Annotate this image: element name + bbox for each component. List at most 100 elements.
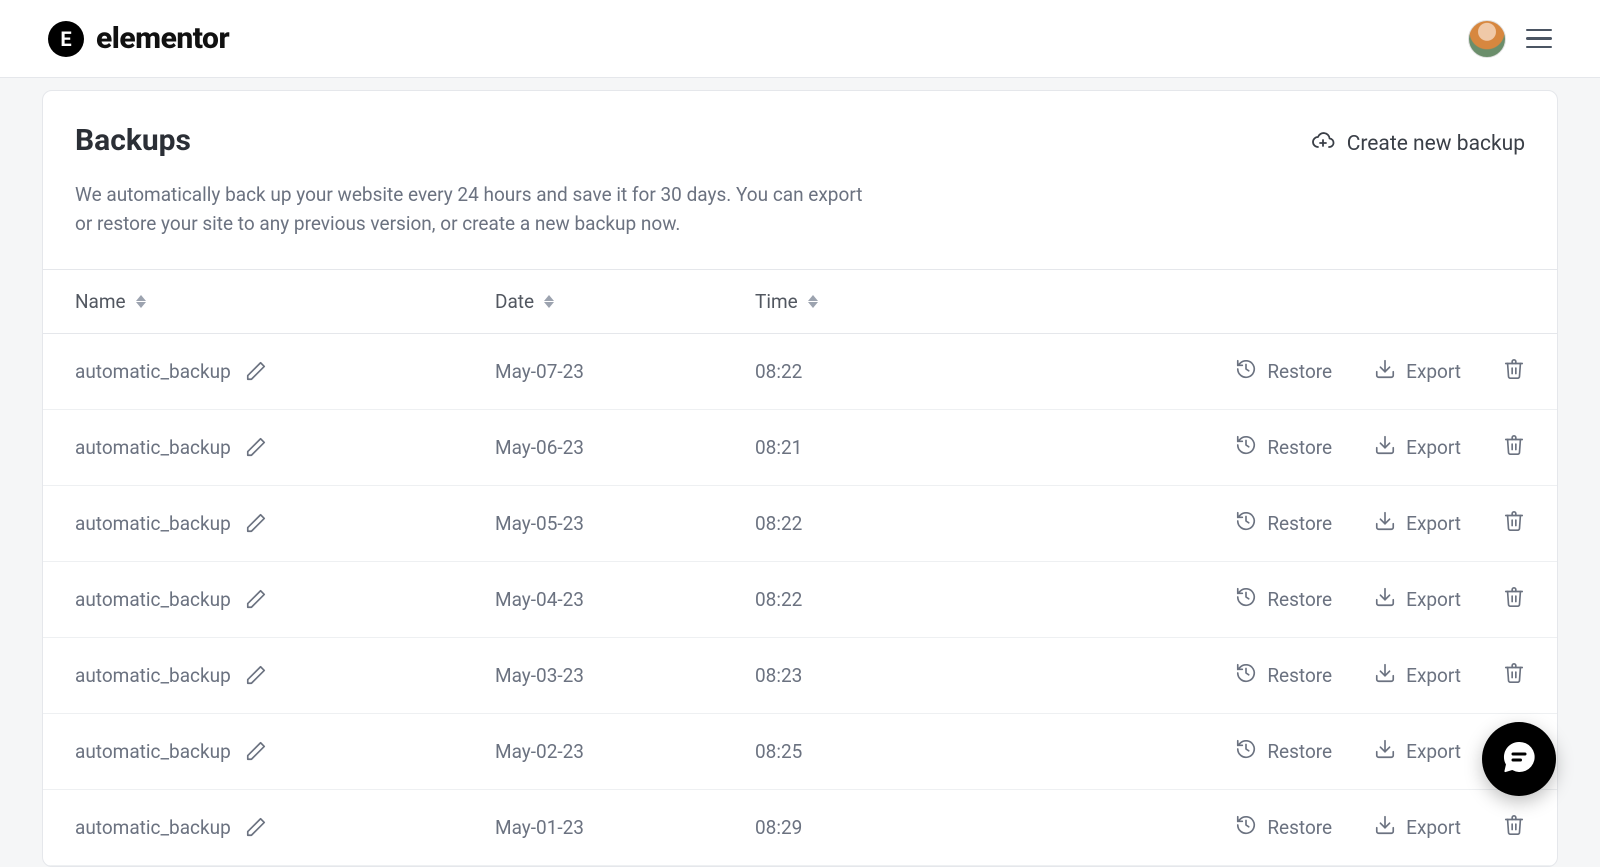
backup-time: 08:22	[755, 512, 955, 535]
hamburger-menu-icon[interactable]	[1526, 29, 1552, 49]
chat-icon	[1501, 739, 1537, 779]
download-icon	[1374, 358, 1396, 385]
logo-badge-icon: E	[48, 21, 84, 57]
backup-name: automatic_backup	[75, 588, 231, 611]
trash-icon	[1503, 434, 1525, 461]
chat-fab[interactable]	[1482, 722, 1556, 796]
restore-button[interactable]: Restore	[1235, 814, 1332, 841]
logo-text: elementor	[96, 21, 229, 56]
backup-time: 08:23	[755, 664, 955, 687]
table-row: automatic_backup May-04-2308:22 Restore Exp…	[43, 562, 1557, 638]
download-icon	[1374, 510, 1396, 537]
backup-time: 08:22	[755, 360, 955, 383]
brand-logo[interactable]: E elementor	[48, 21, 229, 57]
pencil-icon[interactable]	[245, 664, 267, 686]
trash-icon	[1503, 662, 1525, 689]
trash-icon	[1503, 586, 1525, 613]
create-backup-label: Create new backup	[1347, 132, 1525, 156]
backup-name: automatic_backup	[75, 512, 231, 535]
pencil-icon[interactable]	[245, 436, 267, 458]
export-label: Export	[1406, 588, 1461, 611]
backup-time: 08:22	[755, 588, 955, 611]
restore-label: Restore	[1267, 436, 1332, 459]
pencil-icon[interactable]	[245, 512, 267, 534]
table-row: automatic_backup May-06-2308:21 Restore Exp…	[43, 410, 1557, 486]
restore-button[interactable]: Restore	[1235, 738, 1332, 765]
backup-date: May-05-23	[495, 512, 755, 535]
column-header-name[interactable]: Name	[75, 290, 495, 313]
restore-icon	[1235, 510, 1257, 537]
backups-card: Backups We automatically back up your we…	[42, 90, 1558, 867]
backup-name: automatic_backup	[75, 436, 231, 459]
export-button[interactable]: Export	[1374, 814, 1461, 841]
restore-button[interactable]: Restore	[1235, 586, 1332, 613]
backup-time: 08:25	[755, 740, 955, 763]
restore-button[interactable]: Restore	[1235, 434, 1332, 461]
restore-icon	[1235, 738, 1257, 765]
export-label: Export	[1406, 512, 1461, 535]
export-button[interactable]: Export	[1374, 510, 1461, 537]
export-label: Export	[1406, 816, 1461, 839]
restore-label: Restore	[1267, 740, 1332, 763]
backup-date: May-04-23	[495, 588, 755, 611]
backup-time: 08:21	[755, 436, 955, 459]
backup-name: automatic_backup	[75, 664, 231, 687]
restore-icon	[1235, 586, 1257, 613]
export-button[interactable]: Export	[1374, 662, 1461, 689]
table-row: automatic_backupMay-01-2308:29RestoreExp…	[43, 790, 1557, 866]
restore-icon	[1235, 662, 1257, 689]
delete-button[interactable]	[1503, 358, 1525, 385]
export-label: Export	[1406, 436, 1461, 459]
download-icon	[1374, 814, 1396, 841]
trash-icon	[1503, 510, 1525, 537]
restore-icon	[1235, 814, 1257, 841]
backup-name: automatic_backup	[75, 816, 231, 839]
pencil-icon[interactable]	[245, 588, 267, 610]
backup-date: May-06-23	[495, 436, 755, 459]
sort-icon	[544, 295, 554, 308]
page-title: Backups	[75, 123, 875, 158]
backup-name: automatic_backup	[75, 360, 231, 383]
pencil-icon[interactable]	[245, 816, 267, 838]
backup-date: May-07-23	[495, 360, 755, 383]
column-header-time[interactable]: Time	[755, 290, 955, 313]
restore-button[interactable]: Restore	[1235, 662, 1332, 689]
table-header: Name Date Time	[43, 269, 1557, 334]
restore-label: Restore	[1267, 664, 1332, 687]
trash-icon	[1503, 814, 1525, 841]
backup-date: May-01-23	[495, 816, 755, 839]
delete-button[interactable]	[1503, 510, 1525, 537]
page-description: We automatically back up your website ev…	[75, 180, 875, 239]
backup-date: May-03-23	[495, 664, 755, 687]
avatar[interactable]	[1468, 20, 1506, 58]
create-backup-button[interactable]: Create new backup	[1311, 129, 1525, 159]
table-row: automatic_backup May-03-2308:23 Restore Exp…	[43, 638, 1557, 714]
backup-name: automatic_backup	[75, 740, 231, 763]
topbar: E elementor	[0, 0, 1600, 78]
column-header-date[interactable]: Date	[495, 290, 755, 313]
export-button[interactable]: Export	[1374, 586, 1461, 613]
restore-button[interactable]: Restore	[1235, 358, 1332, 385]
delete-button[interactable]	[1503, 814, 1525, 841]
download-icon	[1374, 662, 1396, 689]
cloud-plus-icon	[1311, 129, 1335, 159]
delete-button[interactable]	[1503, 586, 1525, 613]
download-icon	[1374, 434, 1396, 461]
pencil-icon[interactable]	[245, 360, 267, 382]
card-header: Backups We automatically back up your we…	[43, 91, 1557, 269]
export-label: Export	[1406, 664, 1461, 687]
download-icon	[1374, 586, 1396, 613]
export-label: Export	[1406, 360, 1461, 383]
export-button[interactable]: Export	[1374, 738, 1461, 765]
sort-icon	[808, 295, 818, 308]
download-icon	[1374, 738, 1396, 765]
delete-button[interactable]	[1503, 434, 1525, 461]
export-button[interactable]: Export	[1374, 434, 1461, 461]
restore-label: Restore	[1267, 360, 1332, 383]
restore-label: Restore	[1267, 588, 1332, 611]
table-row: automatic_backup May-05-2308:22 Restore Exp…	[43, 486, 1557, 562]
delete-button[interactable]	[1503, 662, 1525, 689]
pencil-icon[interactable]	[245, 740, 267, 762]
restore-button[interactable]: Restore	[1235, 510, 1332, 537]
export-button[interactable]: Export	[1374, 358, 1461, 385]
